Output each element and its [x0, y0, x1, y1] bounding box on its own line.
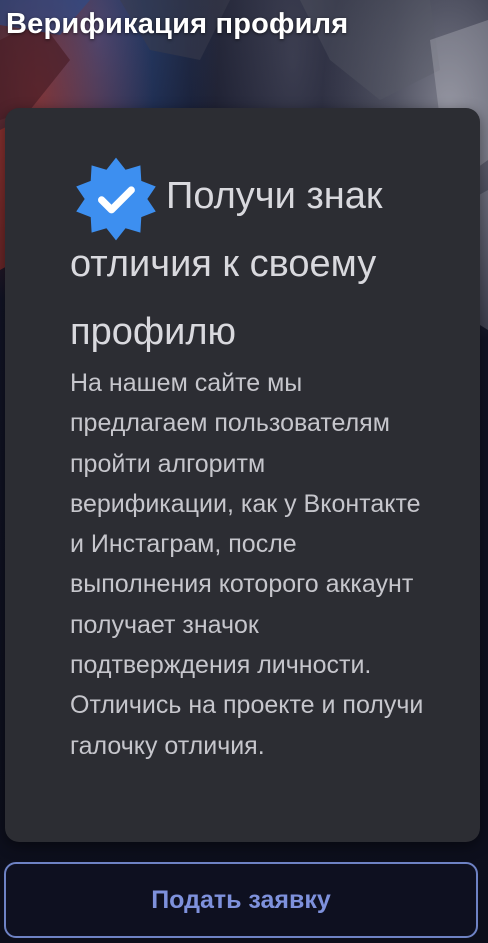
apply-button[interactable]: Подать заявку — [4, 862, 478, 938]
page-title: Верификация профиля — [6, 8, 349, 40]
verification-screen: Верификация профиля Получи знак отличия … — [0, 0, 488, 943]
card-heading: Получи знак отличия к своему профилю — [70, 175, 383, 353]
card-description: На нашем сайте мы предлагаем пользовател… — [70, 369, 424, 760]
